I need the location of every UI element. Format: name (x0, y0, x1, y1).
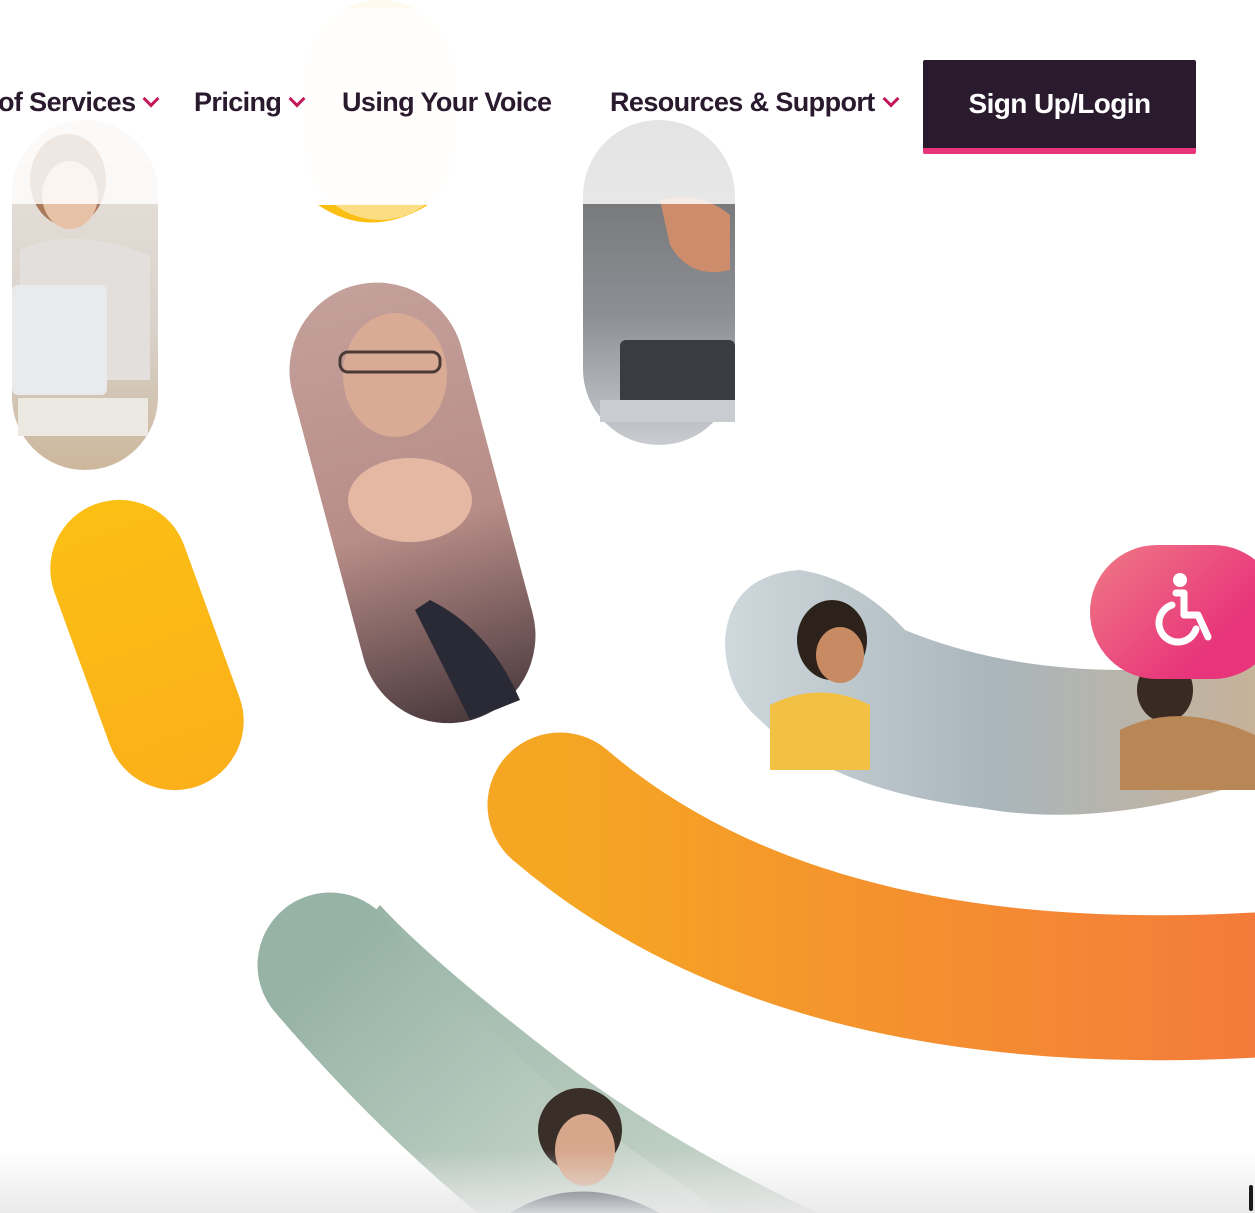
chevron-down-icon (882, 90, 900, 108)
scroll-indicator (1249, 1185, 1253, 1211)
accessibility-button[interactable] (1090, 545, 1255, 679)
chevron-down-icon (288, 90, 306, 108)
chevron-down-icon (142, 90, 160, 108)
orange-arc (487, 732, 1255, 1061)
nav-item-resources-label: Resources & Support (610, 86, 875, 117)
nav-item-voice-label: Using Your Voice (342, 86, 552, 117)
photo-older-man (289, 282, 536, 724)
wheelchair-icon (1155, 573, 1212, 646)
nav-item-resources-support[interactable]: Resources & Support (610, 60, 900, 144)
sign-up-login-button[interactable]: Sign Up/Login (923, 60, 1196, 154)
nav-item-pricing-label: Pricing (194, 86, 282, 117)
nav-item-pricing[interactable]: Pricing (194, 60, 306, 144)
bottom-fade (0, 1150, 1255, 1213)
nav-item-services-label: of Services (0, 86, 136, 117)
nav-item-using-your-voice[interactable]: Using Your Voice (342, 60, 552, 144)
nav-item-services[interactable]: of Services (0, 60, 160, 144)
yellow-shape (50, 499, 244, 791)
